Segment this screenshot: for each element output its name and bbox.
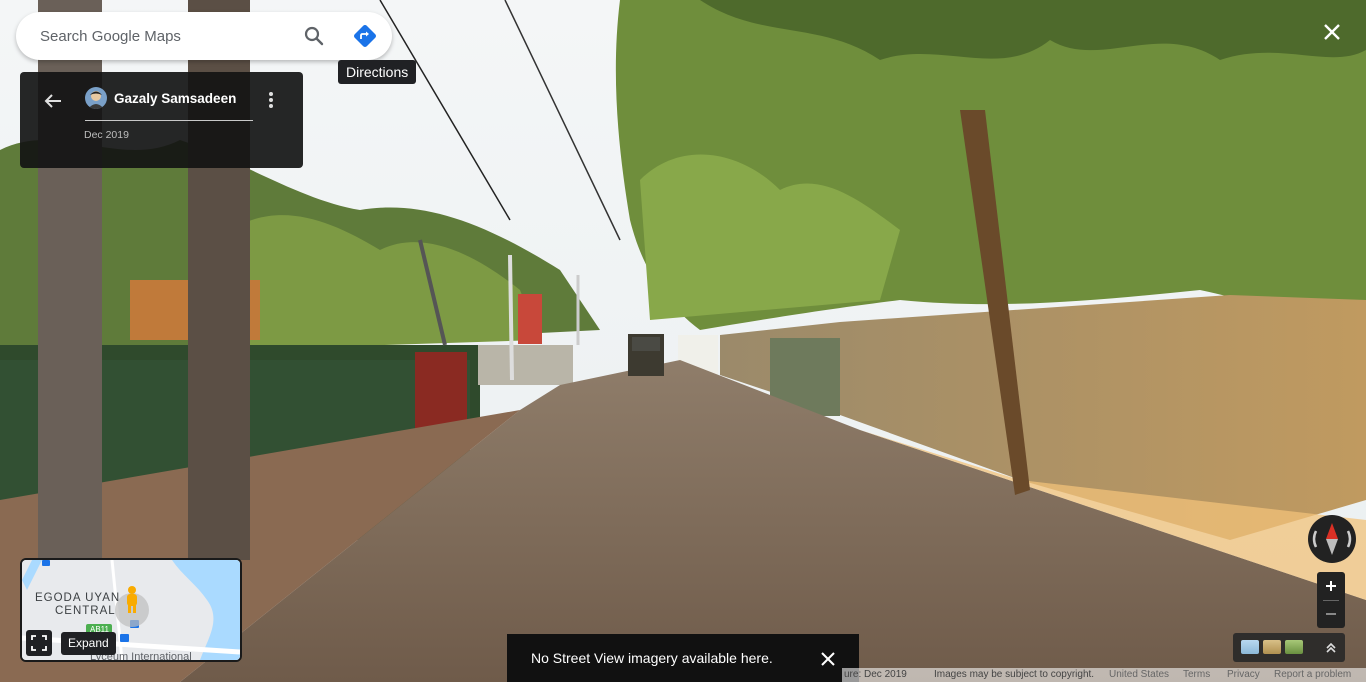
mini-map-canvas: EGODA UYAN CENTRAL AB11 Lyceum Internati… [22, 560, 240, 660]
country-link[interactable]: United States [1109, 669, 1169, 680]
directions-tooltip: Directions [338, 60, 417, 84]
chevron-up-double-icon[interactable] [1323, 640, 1339, 656]
more-vert-icon[interactable] [264, 88, 278, 112]
capture-date-footer: ure: Dec 2019 [844, 669, 907, 680]
directions-icon[interactable] [352, 23, 378, 49]
compass-icon[interactable] [1308, 515, 1356, 563]
terms-link[interactable]: Terms [1183, 669, 1210, 680]
search-input[interactable] [40, 27, 290, 45]
expand-tooltip: Expand [61, 632, 116, 655]
privacy-link[interactable]: Privacy [1227, 669, 1260, 680]
no-imagery-toast: No Street View imagery available here. [507, 634, 859, 682]
layer-thumbnail-street[interactable] [1241, 640, 1259, 654]
search-box [16, 12, 392, 60]
zoom-control [1317, 572, 1345, 628]
copyright-notice: Images may be subject to copyright. [934, 669, 1095, 680]
imagery-layers-bar [1233, 633, 1345, 662]
photo-info-card: Gazaly Samsadeen Dec 2019 [20, 72, 303, 168]
arrow-left-icon[interactable] [42, 90, 64, 112]
map-label-central: CENTRAL [55, 605, 116, 617]
mini-map[interactable]: EGODA UYAN CENTRAL AB11 Lyceum Internati… [20, 558, 242, 662]
search-icon[interactable] [302, 24, 326, 48]
layer-thumbnail-nearby[interactable] [1285, 640, 1303, 654]
close-icon[interactable] [819, 650, 837, 668]
avatar[interactable] [85, 87, 107, 109]
map-label-egoda: EGODA UYAN [35, 592, 120, 604]
report-problem-link[interactable]: Report a problem [1274, 669, 1351, 680]
photo-author[interactable]: Gazaly Samsadeen [114, 91, 236, 106]
author-divider [85, 120, 253, 121]
minus-icon[interactable] [1317, 600, 1345, 628]
toast-message: No Street View imagery available here. [531, 650, 773, 666]
plus-icon[interactable] [1317, 572, 1345, 600]
close-icon[interactable] [1318, 18, 1346, 46]
map-footer: ure: Dec 2019 Images may be subject to c… [842, 668, 1366, 682]
fullscreen-icon[interactable] [26, 630, 52, 656]
layer-thumbnail-recent[interactable] [1263, 640, 1281, 654]
capture-date: Dec 2019 [84, 129, 129, 141]
